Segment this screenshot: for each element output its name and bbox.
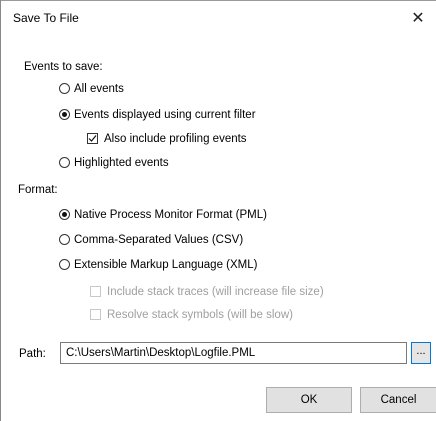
radio-button-selected[interactable] — [59, 109, 70, 120]
radio-all-events-label: All events — [74, 83, 124, 95]
radio-events-current-filter-label: Events displayed using current filter — [74, 109, 256, 121]
radio-button-selected[interactable] — [59, 209, 70, 220]
title-bar: Save To File ✕ — [1, 1, 436, 37]
checkbox-disabled[interactable] — [90, 309, 101, 320]
ok-button[interactable]: OK — [266, 387, 352, 413]
checkmark-icon — [88, 135, 97, 142]
window-title: Save To File — [13, 11, 79, 25]
radio-button[interactable] — [59, 234, 70, 245]
checkbox-checked[interactable] — [87, 133, 98, 144]
events-to-save-label: Events to save: — [24, 61, 103, 73]
radio-format-xml-label: Extensible Markup Language (XML) — [74, 259, 258, 271]
radio-format-csv-label: Comma-Separated Values (CSV) — [74, 234, 244, 246]
path-label: Path: — [19, 348, 46, 360]
format-label: Format: — [18, 184, 58, 196]
checkbox-include-stack-traces-label: Include stack traces (will increase file… — [107, 286, 324, 298]
window-left-border — [0, 0, 1, 421]
radio-button[interactable] — [59, 157, 70, 168]
radio-button[interactable] — [59, 259, 70, 270]
save-to-file-dialog: Save To File ✕ Events to save: All event… — [0, 0, 436, 421]
checkbox-include-profiling-label: Also include profiling events — [104, 133, 247, 145]
close-icon[interactable]: ✕ — [406, 7, 430, 31]
browse-button[interactable]: ... — [411, 342, 431, 364]
radio-highlighted-events-label: Highlighted events — [74, 157, 169, 169]
radio-format-pml-label: Native Process Monitor Format (PML) — [74, 209, 267, 221]
radio-button[interactable] — [59, 83, 70, 94]
path-input[interactable]: C:\Users\Martin\Desktop\Logfile.PML — [60, 342, 407, 364]
checkbox-disabled[interactable] — [90, 286, 101, 297]
checkbox-resolve-stack-symbols-label: Resolve stack symbols (will be slow) — [107, 309, 293, 321]
cancel-button[interactable]: Cancel — [360, 387, 436, 413]
